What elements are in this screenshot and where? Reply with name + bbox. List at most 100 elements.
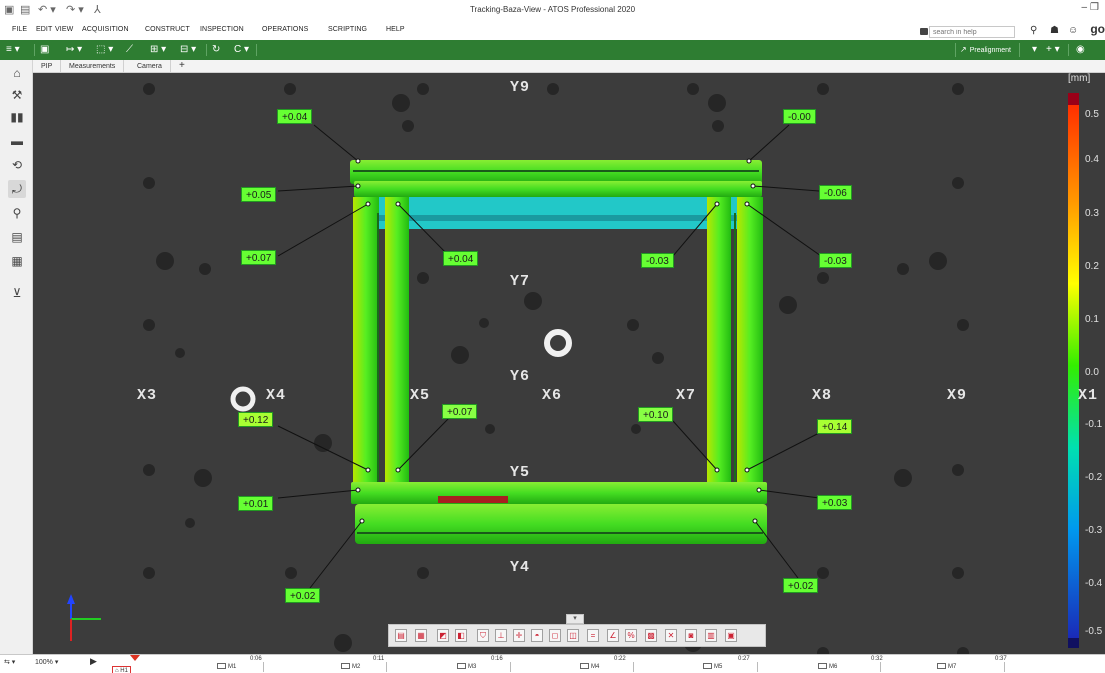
chart-icon[interactable]: ▥ <box>705 629 717 642</box>
wrench-icon[interactable]: ⚒ <box>8 86 26 104</box>
timeline-marker-h1[interactable]: ⌂ H1 <box>112 666 131 673</box>
timeline-time: 0:22 <box>614 656 626 662</box>
inspection-toolbar: ▤ ▦ ◩ ◧ ⛉ ⊥ ✛ ◓ ◻ ◫ = ∠ % ▩ ✕ ◙ ▥ ▣ <box>388 624 766 647</box>
add-tab-button[interactable]: + <box>179 60 185 72</box>
user-icon[interactable]: ☺ <box>1068 25 1078 36</box>
frame-left-inner-post <box>385 197 409 487</box>
deviation-label[interactable]: +0.01 <box>238 496 274 511</box>
deviation-label[interactable]: +0.04 <box>277 109 313 124</box>
menu-help[interactable]: HELP <box>386 26 405 33</box>
tab-measurements[interactable]: Measurements <box>61 60 125 73</box>
filter-icon[interactable]: ▤ <box>395 629 407 642</box>
restore-icon[interactable]: ❐ <box>1090 2 1099 13</box>
tab-camera[interactable]: Camera <box>129 60 171 73</box>
rotate-icon[interactable]: ⟲ <box>8 156 26 174</box>
axis-icon[interactable]: ⊥ <box>495 629 507 642</box>
help-search-input[interactable] <box>929 26 1015 38</box>
recalc-icon[interactable]: C ▾ <box>234 43 249 57</box>
magnifier-icon[interactable]: ⚲ <box>8 204 26 222</box>
deviation-label[interactable]: +0.10 <box>638 407 674 422</box>
zoom-value: 100% <box>35 659 53 666</box>
3d-viewport[interactable]: X3 X4 X5 X6 X7 X8 X9 X1 Y9 Y7 Y6 Y5 Y4 +… <box>33 73 1105 654</box>
menu-scripting[interactable]: SCRIPTING <box>328 26 367 33</box>
axis-label-y9: Y9 <box>510 79 531 96</box>
zoom-select[interactable]: 100% ▾ <box>35 658 58 666</box>
parallel-icon[interactable]: = <box>587 629 599 642</box>
deviation-label[interactable]: -0.03 <box>819 253 852 268</box>
shield-icon[interactable]: ⛉ <box>477 629 489 642</box>
menu-file[interactable]: FILE <box>12 26 27 33</box>
timeline-marker-m5[interactable]: M5 <box>703 663 722 670</box>
video-camera-icon[interactable]: ▬ <box>8 132 26 150</box>
deviation-label[interactable]: +0.07 <box>241 250 277 265</box>
probe-icon[interactable]: ⤾ <box>8 180 26 198</box>
select-icon[interactable]: ⟋ <box>126 43 133 57</box>
home-icon[interactable]: ⌂ <box>8 64 26 82</box>
deviation-label[interactable]: +0.12 <box>238 412 274 427</box>
deviation-label[interactable]: +0.04 <box>443 251 479 266</box>
refresh-icon[interactable]: ↻ <box>212 43 220 57</box>
timeline-marker-m1[interactable]: M1 <box>217 663 236 670</box>
circle-icon[interactable]: ◓ <box>531 629 543 642</box>
graduation-cap-icon[interactable]: ☗ <box>1050 25 1059 36</box>
pin-icon[interactable]: ⊻ <box>8 284 26 302</box>
prealignment-label: Prealignment <box>969 47 1011 54</box>
collapse-toolbar-button[interactable]: ▾ <box>566 614 584 624</box>
document-icon[interactable]: ▤ <box>8 228 26 246</box>
folder-icon <box>920 28 928 35</box>
mesh-icon[interactable]: ▦ <box>415 629 427 642</box>
inspect-icon[interactable]: ⊞ ▾ <box>150 43 166 57</box>
deviation-label[interactable]: +0.02 <box>285 588 321 603</box>
axis-label-x5: X5 <box>410 387 431 404</box>
deviation-label[interactable]: -0.06 <box>819 185 852 200</box>
rectangle-icon[interactable]: ◻ <box>549 629 561 642</box>
dropdown-icon[interactable]: ▾ <box>1032 43 1037 57</box>
tab-pip[interactable]: PIP <box>33 60 62 73</box>
add-icon[interactable]: + ▾ <box>1046 43 1060 57</box>
hatch-icon[interactable]: ▩ <box>645 629 657 642</box>
export-icon[interactable]: ⬚ ▾ <box>96 43 113 57</box>
menu-construct[interactable]: CONSTRUCT <box>145 26 190 33</box>
help-icon[interactable]: ⚲ <box>1030 25 1037 36</box>
view-icon[interactable]: ▣ <box>40 43 49 57</box>
menu-view[interactable]: VIEW <box>55 26 73 33</box>
grid-icon[interactable]: ▦ <box>8 252 26 270</box>
timeline-marker-m2[interactable]: M2 <box>341 663 360 670</box>
deviation-label[interactable]: +0.02 <box>783 578 819 593</box>
timeline-marker-m3[interactable]: M3 <box>457 663 476 670</box>
gauge-icon[interactable]: ◙ <box>685 629 697 642</box>
plane-icon[interactable]: ◫ <box>567 629 579 642</box>
timeline-playhead[interactable] <box>130 655 140 661</box>
camera-icon[interactable]: ◉ <box>1076 43 1085 57</box>
close-icon[interactable]: ✕ <box>665 629 677 642</box>
menu-inspection[interactable]: INSPECTION <box>200 26 244 33</box>
prealignment-button[interactable]: ↗ Prealignment <box>955 43 1020 57</box>
menu-acquisition[interactable]: ACQUISITION <box>82 26 129 33</box>
report-icon[interactable]: ⊟ ▾ <box>180 43 196 57</box>
barcode-icon[interactable]: ▮▮ <box>8 108 26 126</box>
section-icon[interactable]: ◧ <box>455 629 467 642</box>
select-region-icon[interactable]: ◩ <box>437 629 449 642</box>
deviation-label[interactable]: -0.03 <box>641 253 674 268</box>
timeline-settings-icon[interactable]: ⇆ ▾ <box>4 658 15 666</box>
minimize-icon[interactable]: – <box>1081 2 1087 13</box>
axis-label-x7: X7 <box>676 387 697 404</box>
distance-icon[interactable]: % <box>625 629 637 642</box>
deviation-label[interactable]: -0.00 <box>783 109 816 124</box>
hamburger-menu-icon[interactable]: ≡ ▾ <box>6 43 20 57</box>
point-icon[interactable]: ✛ <box>513 629 525 642</box>
timeline-marker-m6[interactable]: M6 <box>818 663 837 670</box>
play-button[interactable]: ▶ <box>90 656 97 667</box>
menu-edit[interactable]: EDIT <box>36 26 52 33</box>
menu-operations[interactable]: OPERATIONS <box>262 26 308 33</box>
deviation-label[interactable]: +0.05 <box>241 187 277 202</box>
deviation-label[interactable]: +0.07 <box>442 404 478 419</box>
timeline-marker-m7[interactable]: M7 <box>937 663 956 670</box>
deviation-label[interactable]: +0.14 <box>817 419 853 434</box>
window-title: Tracking-Baza-View - ATOS Professional 2… <box>469 5 636 14</box>
timeline-marker-m4[interactable]: M4 <box>580 663 599 670</box>
report-page-icon[interactable]: ▣ <box>725 629 737 642</box>
angle-icon[interactable]: ∠ <box>607 629 619 642</box>
deviation-label[interactable]: +0.03 <box>817 495 853 510</box>
import-icon[interactable]: ↦ ▾ <box>66 43 82 57</box>
